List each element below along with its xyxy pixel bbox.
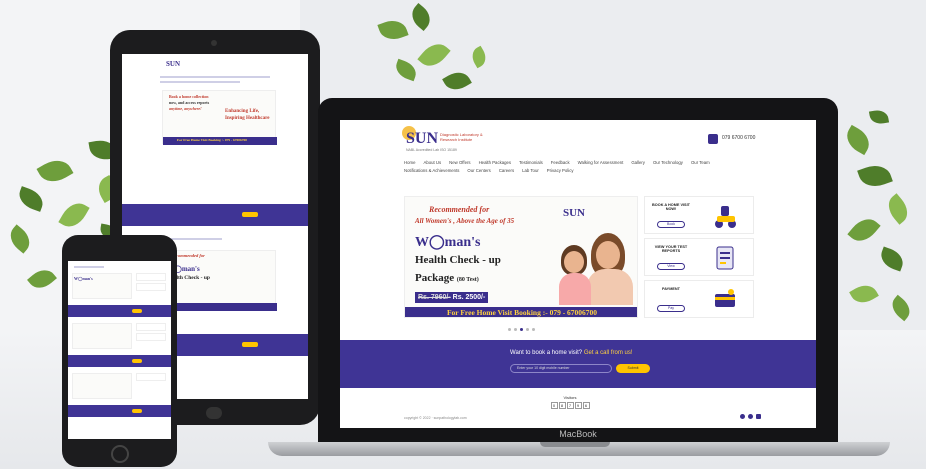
laptop-brand: MacBook	[559, 429, 597, 439]
tablet-camera	[211, 40, 217, 46]
tablet-home-button[interactable]	[206, 407, 222, 419]
tablet-banner: Book a home collection now, and access r…	[162, 90, 277, 145]
report-clipboard-icon	[716, 246, 734, 270]
footer-copyright: copyright © 2022 · sunpathologylab.com	[404, 416, 467, 420]
payment-card-icon	[715, 289, 735, 307]
nav-item[interactable]: New Offers	[449, 160, 470, 165]
home-visit-callout: Want to book a home visit? Get a call fr…	[340, 340, 816, 388]
nav-item[interactable]: About Us	[423, 160, 441, 165]
nav-item[interactable]: Our Team	[691, 160, 710, 165]
carousel-dots[interactable]	[508, 328, 535, 331]
visitor-digit: 7	[566, 402, 574, 409]
hero-logo: SUN	[563, 207, 586, 219]
youtube-icon[interactable]	[756, 414, 761, 419]
test-reports-card: VIEW YOUR TEST REPORTS View	[644, 238, 754, 276]
header-phone-number[interactable]: 079 6700 6700	[722, 135, 755, 141]
phone-device: W◯man's	[62, 235, 177, 467]
mother-daughter-photo	[555, 231, 635, 305]
main-nav: Home About Us New Offers Health Packages Tes…	[404, 160, 749, 173]
visitor-digit: 0	[550, 402, 558, 409]
hero-line2: All Women's , Above the Age of 35	[415, 217, 515, 225]
nav-item[interactable]: Our Centers	[467, 168, 490, 173]
phone-icon	[708, 134, 718, 144]
hero-price: Rs. 7960/- Rs. 2500/-	[415, 292, 489, 303]
quick-actions: BOOK A HOME VISIT NOW! Book VIEW YOUR TE…	[644, 196, 754, 322]
laptop-notch	[540, 442, 610, 447]
nav-item[interactable]: Walking for Assessment	[578, 160, 624, 165]
social-links	[740, 414, 761, 419]
payment-card: PAYMENT Pay	[644, 280, 754, 318]
laptop-device: SUN Diagnostic Laboratory & Research Ins…	[318, 98, 838, 443]
laptop-screen: SUN Diagnostic Laboratory & Research Ins…	[340, 120, 816, 428]
nav-item[interactable]: Feedback	[551, 160, 570, 165]
delivery-scooter-icon	[715, 206, 736, 228]
hero-banner[interactable]: Recommended for All Women's , Above the …	[404, 196, 638, 318]
visitors-counter: Visitors 08796	[550, 395, 590, 409]
phone-screen: W◯man's	[68, 261, 171, 439]
hero-subtitle: Health Check - up	[415, 254, 501, 266]
instagram-icon[interactable]	[748, 414, 753, 419]
callout-question: Want to book a home visit? Get a call fr…	[510, 350, 633, 356]
visitor-digit: 6	[582, 402, 590, 409]
nav-item[interactable]: Testimonials	[519, 160, 543, 165]
tablet-hero-repeat: Recommended for W◯man's Health Check - u…	[162, 250, 277, 311]
hero-title: W◯man's	[415, 235, 481, 250]
pay-button[interactable]: Pay	[657, 305, 685, 312]
facebook-icon[interactable]	[740, 414, 745, 419]
nav-item[interactable]: Health Packages	[479, 160, 512, 165]
nav-item[interactable]: Lab Tour	[522, 168, 539, 173]
view-button[interactable]: View	[657, 263, 685, 270]
hero-package: Package (80 Test)	[415, 272, 479, 284]
nav-item[interactable]: Careers	[499, 168, 514, 173]
visitor-digit: 8	[558, 402, 566, 409]
submit-button[interactable]: Submit	[616, 364, 650, 373]
hero-booking-bar: For Free Home Visit Booking :- 079 - 670…	[405, 307, 637, 317]
nav-item[interactable]: Privacy Policy	[547, 168, 574, 173]
mobile-number-input[interactable]: Enter your 10 digit mobile number	[510, 364, 612, 373]
nav-item[interactable]: Gallery	[631, 160, 645, 165]
site-logo[interactable]: SUN Diagnostic Laboratory & Research Ins…	[402, 126, 492, 156]
phone-home-button[interactable]	[111, 445, 129, 463]
visitor-digit: 9	[574, 402, 582, 409]
nav-item[interactable]: Home	[404, 160, 415, 165]
website: SUN Diagnostic Laboratory & Research Ins…	[340, 120, 816, 428]
nav-item[interactable]: Our Technology	[653, 160, 683, 165]
nav-item[interactable]: Notifications & Achievements	[404, 168, 459, 173]
tablet-logo: SUN	[166, 60, 181, 68]
hero-line1: Recommended for	[429, 205, 490, 214]
book-button[interactable]: Book	[657, 221, 685, 228]
home-visit-card: BOOK A HOME VISIT NOW! Book	[644, 196, 754, 234]
